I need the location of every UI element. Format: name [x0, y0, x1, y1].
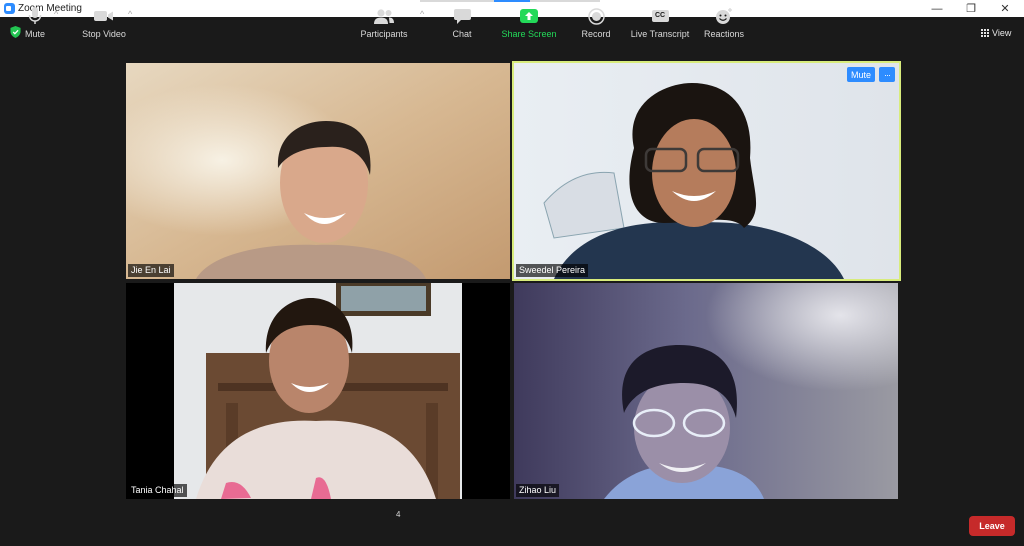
record-button[interactable]: Record [580, 6, 612, 40]
more-options-button[interactable]: ··· [879, 67, 895, 82]
screen-share-indicator [420, 0, 600, 2]
minimize-button[interactable]: — [920, 0, 954, 17]
participant-video [126, 63, 510, 279]
audio-options-caret[interactable]: ^ [54, 9, 58, 19]
restore-button[interactable]: ❐ [954, 0, 988, 17]
chat-label: Chat [452, 29, 472, 39]
video-tile-zihao-liu[interactable]: Zihao Liu [514, 283, 898, 499]
reactions-label: Reactions [703, 29, 745, 39]
zoom-meeting-window: Zoom Meeting — ❐ ✕ View Jie En Lai Mute … [0, 0, 1024, 546]
stop-video-button[interactable]: Stop Video [78, 6, 130, 40]
cc-badge: CC [651, 10, 669, 22]
participants-icon [373, 6, 395, 26]
zoom-app-icon [4, 3, 15, 14]
mute-label: Mute [24, 29, 45, 39]
restore-icon: ❐ [966, 3, 976, 15]
close-icon: ✕ [1000, 3, 1010, 15]
share-screen-icon [520, 6, 538, 26]
video-tile-tania-chahal[interactable]: Tania Chahal [126, 283, 510, 499]
close-button[interactable]: ✕ [988, 0, 1022, 17]
video-camera-icon [94, 6, 114, 26]
stop-video-label: Stop Video [82, 29, 126, 39]
participant-name: Sweedel Pereira [516, 264, 589, 277]
view-label: View [992, 27, 1012, 38]
smiley-icon [715, 6, 733, 26]
participants-label: Participants [360, 29, 408, 39]
leave-button[interactable]: Leave [969, 516, 1015, 536]
reactions-button[interactable]: Reactions [703, 6, 745, 40]
record-label: Record [581, 29, 611, 39]
chat-bubble-icon [453, 6, 471, 26]
grid-view-icon [981, 28, 989, 37]
record-icon [587, 6, 605, 26]
participant-video [514, 63, 899, 279]
participant-video [126, 283, 510, 499]
participants-count: 4 [396, 510, 401, 519]
live-transcript-label: Live Transcript [630, 29, 690, 39]
microphone-icon [28, 6, 42, 26]
video-options-caret[interactable]: ^ [128, 9, 132, 19]
minimize-icon: — [931, 2, 943, 15]
participant-name: Zihao Liu [516, 484, 560, 497]
participant-name: Tania Chahal [128, 484, 187, 497]
share-screen-label: Share Screen [501, 29, 557, 39]
participants-button[interactable]: Participants [358, 6, 410, 40]
view-button[interactable]: View [978, 25, 1014, 40]
live-transcript-button[interactable]: CC Live Transcript [630, 6, 690, 40]
chat-button[interactable]: Chat [450, 6, 474, 40]
participant-video [514, 283, 898, 499]
video-tile-sweedel-pereira[interactable]: Mute ··· Sweedel Pereira [512, 61, 901, 281]
closed-caption-icon: CC [651, 6, 669, 26]
video-tile-jie-en-lai[interactable]: Jie En Lai [126, 63, 510, 279]
meeting-toolbar [0, 503, 1024, 546]
mute-button[interactable]: Mute [20, 6, 50, 40]
participants-options-caret[interactable]: ^ [420, 9, 424, 19]
participant-name: Jie En Lai [128, 264, 174, 277]
share-screen-button[interactable]: Share Screen [501, 6, 557, 40]
mute-participant-button[interactable]: Mute [847, 67, 875, 82]
